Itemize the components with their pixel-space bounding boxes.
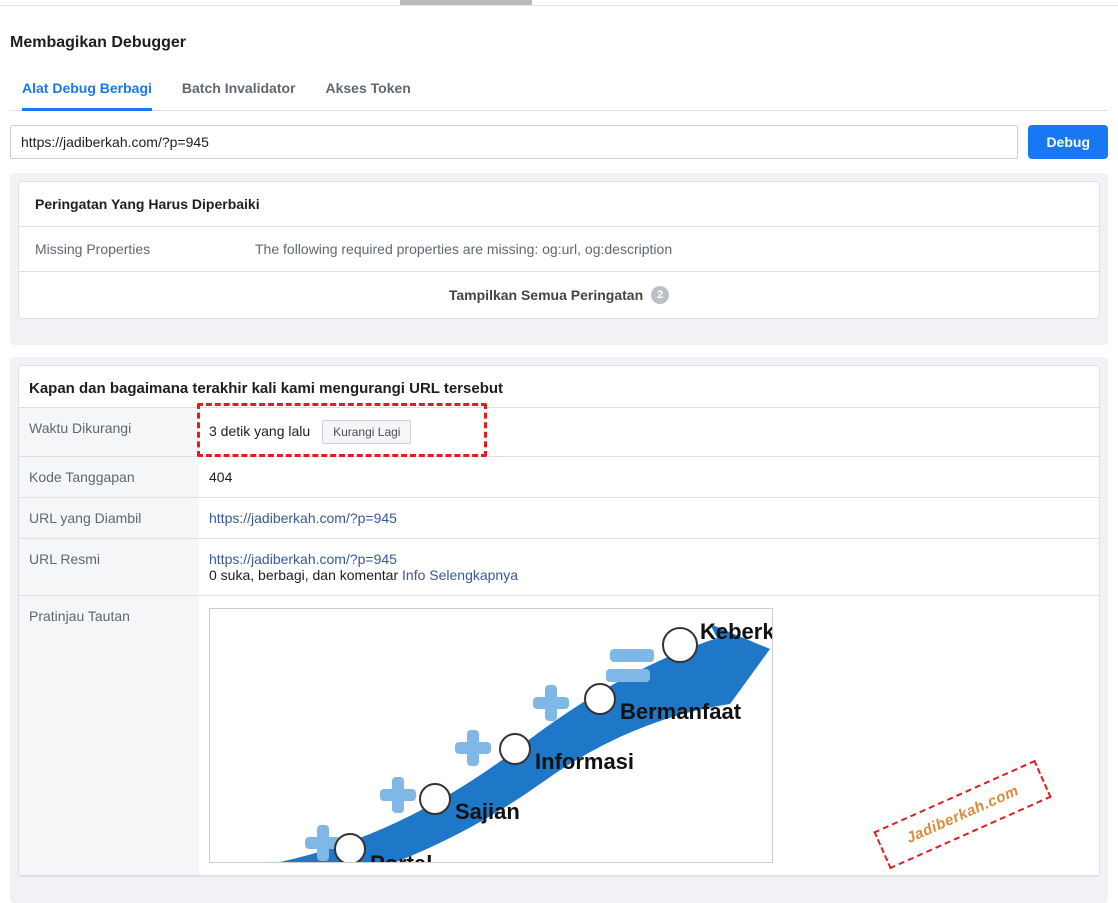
tab-sharing-debugger[interactable]: Alat Debug Berbagi: [22, 68, 152, 111]
time-value: 3 detik yang lalu: [209, 423, 310, 439]
info-more-link[interactable]: Info Selengkapnya: [402, 567, 518, 583]
code-key: Kode Tanggapan: [19, 457, 199, 498]
warnings-header: Peringatan Yang Harus Diperbaiki: [19, 182, 1099, 227]
watermark-annotation: Jadiberkah.com: [873, 760, 1052, 870]
preview-key: Pratinjau Tautan: [19, 596, 199, 876]
tool-tabs: Alat Debug Berbagi Batch Invalidator Aks…: [10, 68, 1108, 111]
page-title: Membagikan Debugger: [10, 34, 1108, 52]
show-all-label: Tampilkan Semua Peringatan: [449, 287, 643, 303]
canonical-url-link[interactable]: https://jadiberkah.com/?p=945: [209, 551, 397, 567]
warnings-panel: Peringatan Yang Harus Diperbaiki Missing…: [18, 181, 1100, 319]
preview-label-sajian: Sajian: [455, 799, 520, 824]
tab-access-token[interactable]: Akses Token: [326, 68, 411, 111]
row-response-code: Kode Tanggapan 404: [19, 457, 1099, 498]
warning-message: The following required properties are mi…: [255, 241, 672, 257]
tab-batch-invalidator[interactable]: Batch Invalidator: [182, 68, 296, 111]
rescrape-button[interactable]: Kurangi Lagi: [322, 420, 411, 444]
row-link-preview: Pratinjau Tautan: [19, 596, 1099, 876]
scrape-info-panel: Kapan dan bagaimana terakhir kali kami m…: [18, 365, 1100, 877]
preview-label-bermanfaat: Bermanfaat: [620, 699, 742, 724]
top-nav-bar: [0, 0, 1118, 6]
fetched-url-link[interactable]: https://jadiberkah.com/?p=945: [209, 510, 397, 526]
url-input[interactable]: [10, 125, 1018, 159]
warning-label: Missing Properties: [35, 241, 255, 257]
debug-button[interactable]: Debug: [1028, 125, 1108, 159]
warning-row: Missing Properties The following require…: [19, 227, 1099, 272]
row-time-scraped: Waktu Dikurangi 3 detik yang lalu Kurang…: [19, 408, 1099, 457]
code-value: 404: [199, 457, 1099, 498]
canonical-key: URL Resmi: [19, 539, 199, 596]
warning-count-badge: 2: [651, 286, 669, 304]
fetched-key: URL yang Diambil: [19, 498, 199, 539]
scrape-header: Kapan dan bagaimana terakhir kali kami m…: [19, 366, 1099, 408]
preview-label-portal: Portal: [370, 851, 432, 863]
time-key: Waktu Dikurangi: [19, 408, 199, 457]
link-preview-image: Keberkahan Bermanfaat Informasi Sajian P…: [209, 608, 773, 863]
row-canonical-url: URL Resmi https://jadiberkah.com/?p=945 …: [19, 539, 1099, 596]
show-all-warnings-button[interactable]: Tampilkan Semua Peringatan 2: [19, 272, 1099, 318]
preview-label-informasi: Informasi: [535, 749, 634, 774]
canonical-stats: 0 suka, berbagi, dan komentar: [209, 567, 402, 583]
preview-label-keberkahan: Keberkahan: [700, 619, 773, 644]
row-fetched-url: URL yang Diambil https://jadiberkah.com/…: [19, 498, 1099, 539]
